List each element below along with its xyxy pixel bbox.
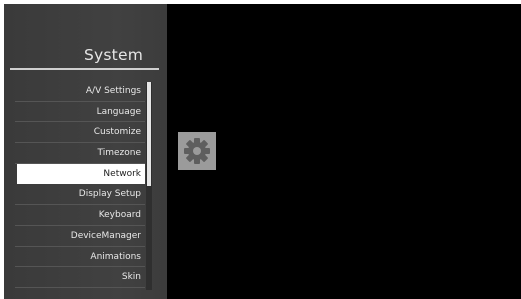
menu-item-timezone[interactable]: Timezone xyxy=(15,143,145,164)
menu-item-skin[interactable]: Skin xyxy=(15,267,145,288)
sidebar-title: System xyxy=(84,46,143,64)
title-divider xyxy=(10,68,159,70)
menu-item-device-manager[interactable]: DeviceManager xyxy=(15,226,145,247)
menu-item-keyboard[interactable]: Keyboard xyxy=(15,205,145,226)
gear-icon xyxy=(184,138,210,164)
menu-item-animations[interactable]: Animations xyxy=(15,247,145,268)
menu-item-display-setup[interactable]: Display Setup xyxy=(15,184,145,206)
menu-scrollbar-thumb[interactable] xyxy=(147,82,151,186)
system-sidebar: System A/V Settings Language Customize T… xyxy=(4,4,167,299)
tv-screen: System A/V Settings Language Customize T… xyxy=(4,4,521,299)
network-preview-tile xyxy=(178,132,216,170)
menu-item-language[interactable]: Language xyxy=(15,102,145,123)
menu-item-network[interactable]: Network xyxy=(17,163,145,185)
system-menu: A/V Settings Language Customize Timezone… xyxy=(15,81,145,288)
menu-item-customize[interactable]: Customize xyxy=(15,122,145,144)
menu-item-av-settings[interactable]: A/V Settings xyxy=(15,81,145,102)
